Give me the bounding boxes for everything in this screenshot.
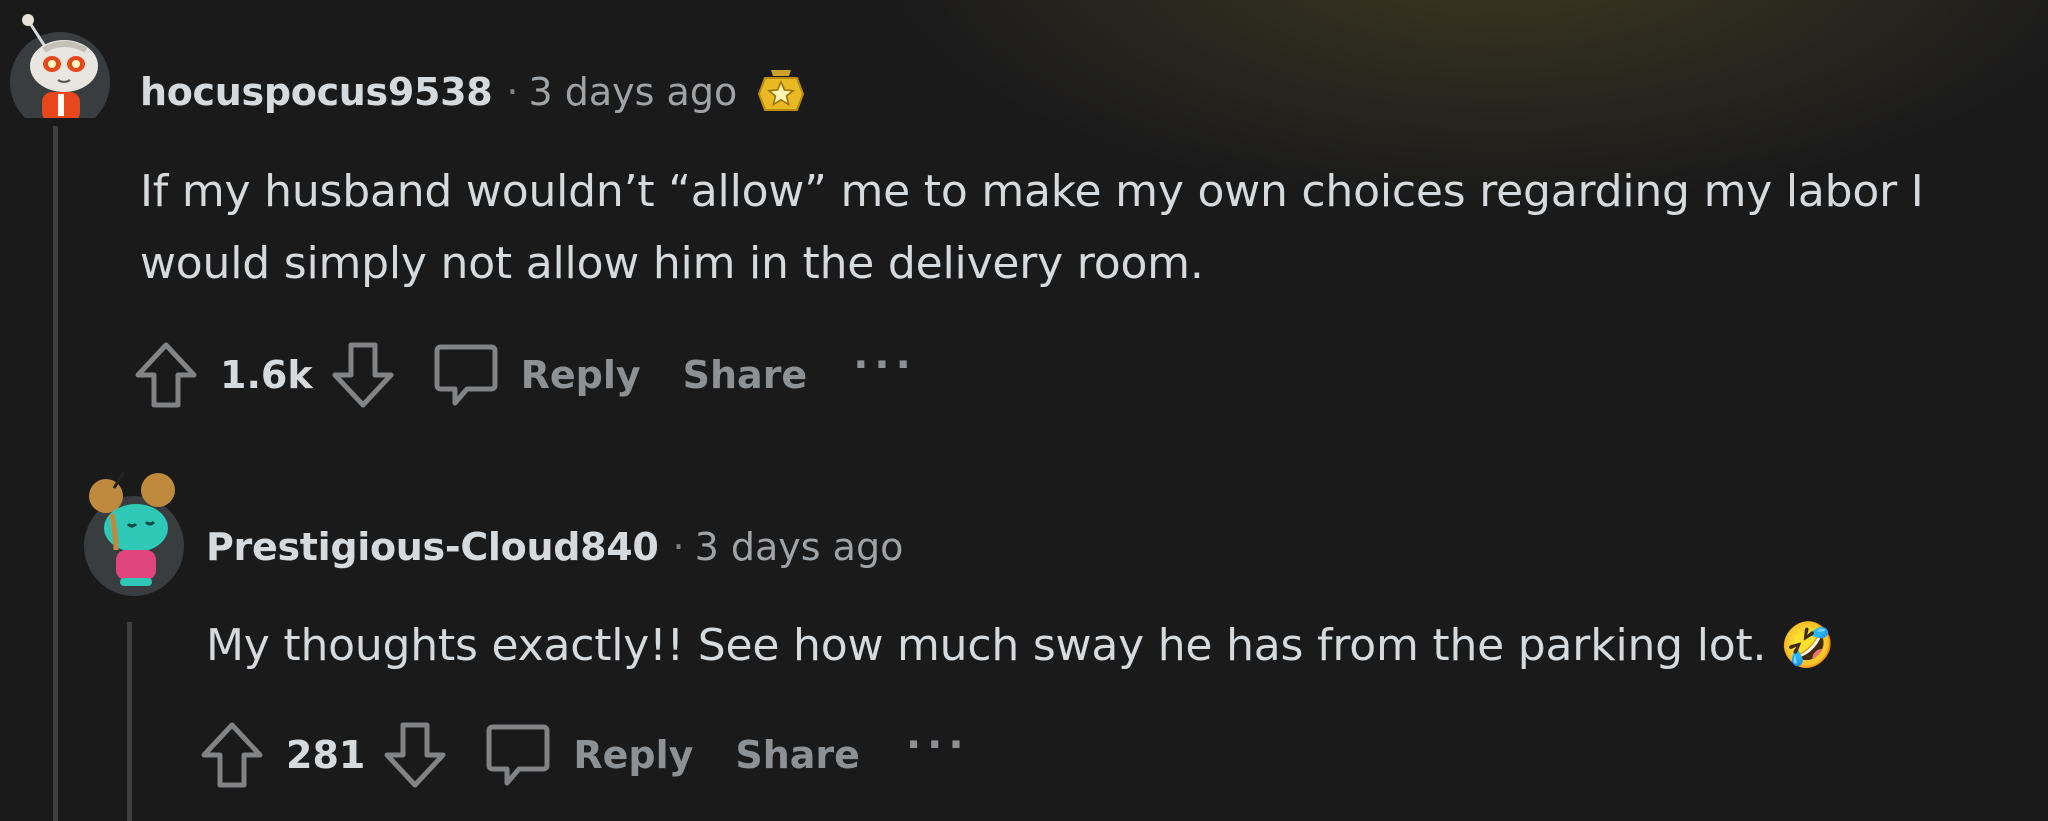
downvote-arrow-icon[interactable]: [383, 721, 447, 789]
timestamp[interactable]: 3 days ago: [695, 525, 904, 569]
meta-separator: ·: [506, 70, 519, 114]
comment-bubble-icon: [433, 341, 499, 409]
vote-score: 281: [286, 733, 366, 777]
username[interactable]: Prestigious-Cloud840: [206, 525, 659, 569]
share-button[interactable]: Share: [683, 353, 808, 397]
timestamp[interactable]: 3 days ago: [529, 70, 738, 114]
more-options-button[interactable]: ···: [853, 342, 917, 388]
comment-bubble-icon: [485, 721, 551, 789]
thread-line-child[interactable]: [127, 622, 132, 821]
comment-meta: hocuspocus9538 · 3 days ago: [140, 66, 807, 118]
reply-button[interactable]: Reply: [485, 721, 693, 789]
upvote-arrow-icon[interactable]: [200, 721, 264, 789]
username[interactable]: hocuspocus9538: [140, 70, 493, 114]
more-options-button[interactable]: ···: [906, 722, 970, 768]
user-avatar-prestigious-cloud840[interactable]: [84, 471, 184, 598]
rofl-emoji: 🤣: [1780, 620, 1835, 671]
comment-body: My thoughts exactly!! See how much sway …: [206, 610, 2026, 682]
share-button[interactable]: Share: [735, 733, 860, 777]
meta-separator: ·: [672, 525, 685, 569]
comment-body-text: My thoughts exactly!! See how much sway …: [206, 620, 1767, 671]
comment-meta: Prestigious-Cloud840 · 3 days ago: [206, 525, 903, 569]
reply-label: Reply: [573, 733, 694, 777]
comment-actions: 1.6k Reply Share ···: [134, 341, 917, 409]
user-avatar-hocuspocus9538[interactable]: [10, 14, 110, 130]
thread-line-parent[interactable]: [53, 126, 58, 821]
share-label: Share: [735, 733, 860, 777]
comment-actions: 281 Reply Share ···: [200, 721, 970, 789]
share-label: Share: [682, 353, 808, 397]
comment-body: If my husband wouldn’t “allow” me to mak…: [140, 166, 1924, 289]
reply-label: Reply: [520, 353, 641, 397]
upvote-arrow-icon[interactable]: [134, 341, 198, 409]
vote-score: 1.6k: [220, 353, 313, 397]
downvote-arrow-icon[interactable]: [331, 341, 395, 409]
reply-button[interactable]: Reply: [433, 341, 641, 409]
star-award-icon[interactable]: [755, 66, 807, 118]
